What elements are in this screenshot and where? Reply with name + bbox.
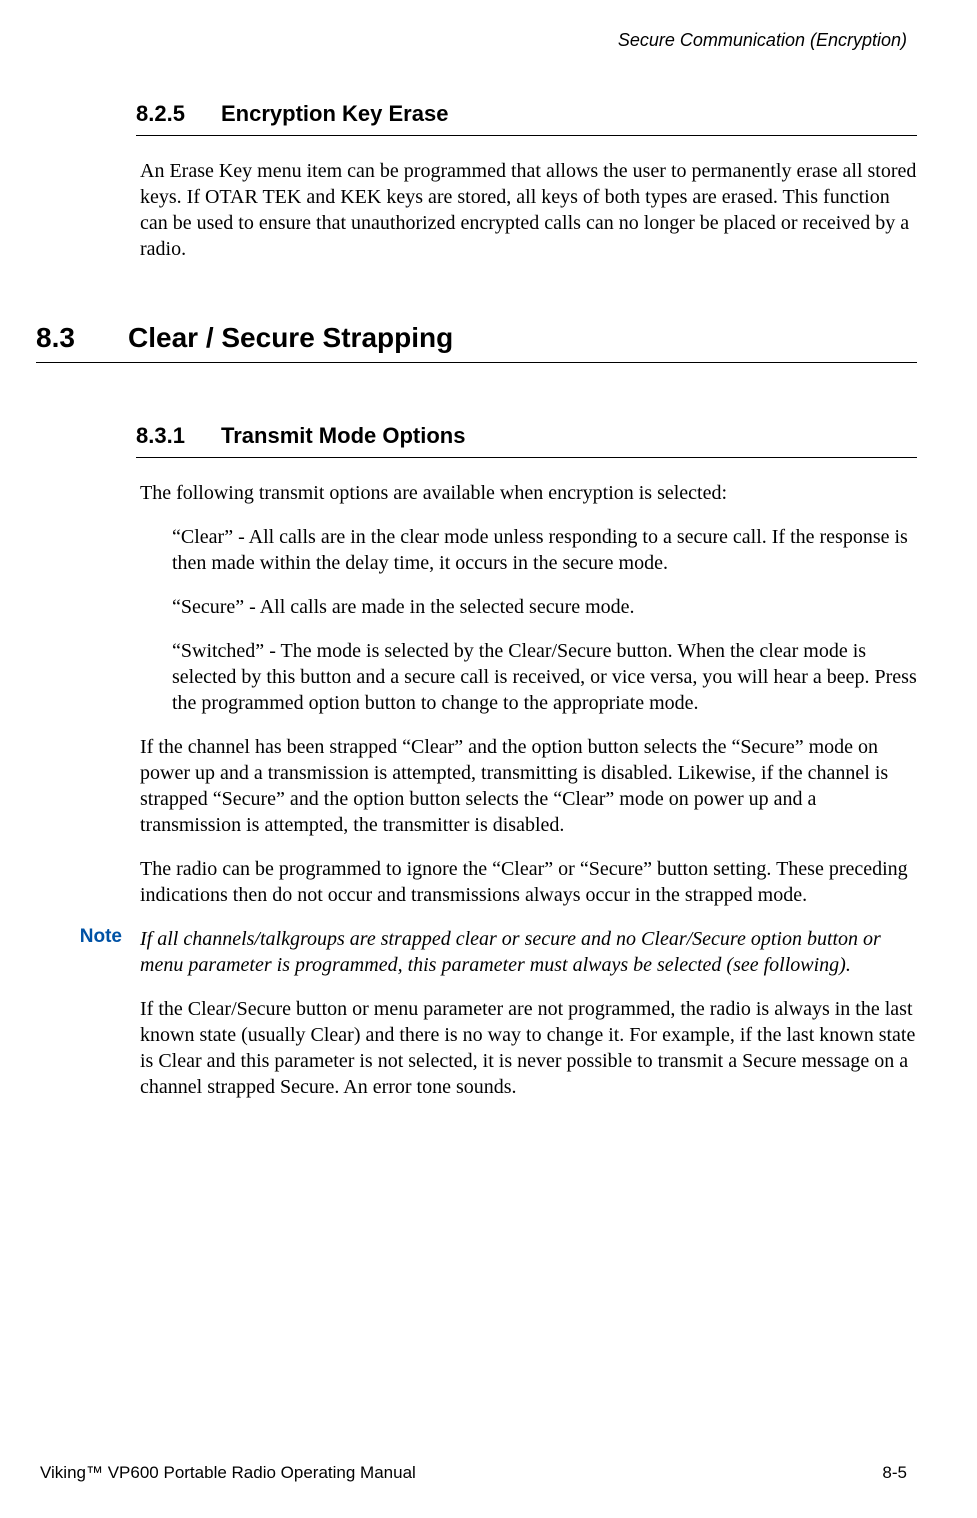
heading-title: Clear / Secure Strapping	[128, 322, 453, 353]
body-paragraph: The radio can be programmed to ignore th…	[140, 856, 917, 908]
footer-manual-title: Viking™ VP600 Portable Radio Operating M…	[40, 1463, 416, 1483]
page-header: Secure Communication (Encryption)	[40, 30, 907, 51]
heading-title: Transmit Mode Options	[221, 423, 465, 448]
body-paragraph: If the Clear/Secure button or menu param…	[140, 996, 917, 1100]
heading-number: 8.3	[36, 322, 128, 354]
option-secure: “Secure” - All calls are made in the sel…	[172, 594, 917, 620]
body-paragraph: The following transmit options are avail…	[140, 480, 917, 506]
footer-page-number: 8-5	[882, 1463, 907, 1483]
section-8-3-1: 8.3.1Transmit Mode Options The following…	[140, 423, 917, 1100]
option-switched: “Switched” - The mode is selected by the…	[172, 638, 917, 716]
heading-number: 8.2.5	[136, 101, 221, 127]
section-8-2-5: 8.2.5Encryption Key Erase An Erase Key m…	[140, 101, 917, 262]
note-label: Note	[74, 926, 140, 978]
section-8-3: 8.3Clear / Secure Strapping 8.3.1Transmi…	[40, 322, 917, 1100]
body-paragraph: If the channel has been strapped “Clear”…	[140, 734, 917, 838]
heading-number: 8.3.1	[136, 423, 221, 449]
option-clear: “Clear” - All calls are in the clear mod…	[172, 524, 917, 576]
heading-8-2-5: 8.2.5Encryption Key Erase	[136, 101, 917, 136]
page-footer: Viking™ VP600 Portable Radio Operating M…	[40, 1463, 907, 1483]
heading-title: Encryption Key Erase	[221, 101, 448, 126]
note-text: If all channels/talkgroups are strapped …	[140, 926, 917, 978]
heading-8-3: 8.3Clear / Secure Strapping	[36, 322, 917, 363]
note-block: Note If all channels/talkgroups are stra…	[74, 926, 917, 978]
body-paragraph: An Erase Key menu item can be programmed…	[140, 158, 917, 262]
heading-8-3-1: 8.3.1Transmit Mode Options	[136, 423, 917, 458]
